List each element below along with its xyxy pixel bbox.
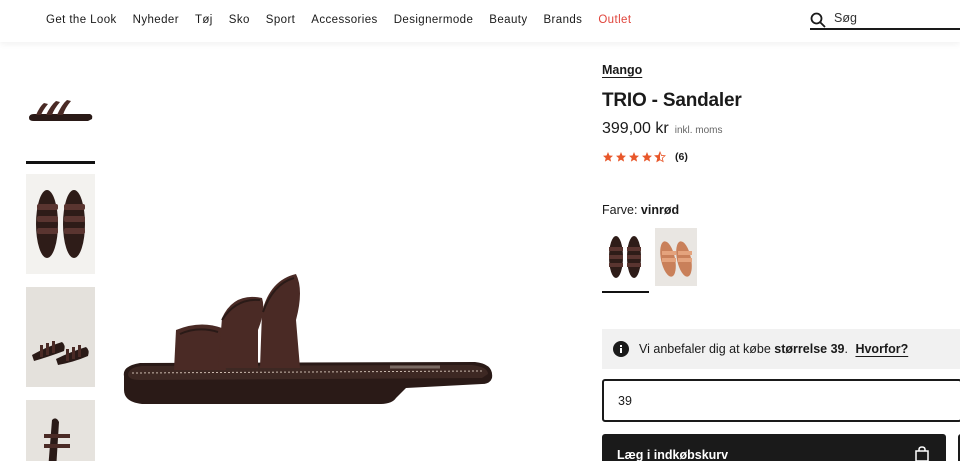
search-bar[interactable]: Søg — [810, 8, 960, 30]
swatch-sandal-dark-image — [609, 236, 641, 278]
sandal-detail-image — [26, 400, 95, 461]
thumbnail-worn-view[interactable] — [26, 287, 95, 387]
rating[interactable]: (6) — [602, 151, 688, 163]
nav-item-outlet[interactable]: Outlet — [598, 14, 631, 26]
product-main-image — [123, 274, 493, 404]
swatch-image — [604, 228, 646, 286]
star-full-icon — [642, 152, 652, 162]
star-full-icon — [629, 152, 639, 162]
size-select[interactable]: 39 — [602, 379, 960, 422]
color-label: Farve: vinrød — [602, 203, 679, 217]
star-full-icon — [616, 152, 626, 162]
nav-item-nyheder[interactable]: Nyheder — [133, 14, 179, 26]
info-icon — [613, 341, 629, 357]
color-label-prefix: Farve: — [602, 203, 638, 217]
nav-links: Get the Look Nyheder Tøj Sko Sport Acces… — [46, 14, 647, 26]
star-half-icon — [654, 151, 666, 163]
thumbnail-detail-view[interactable] — [26, 400, 95, 461]
search-input[interactable]: Søg — [834, 11, 857, 25]
color-value: vinrød — [640, 203, 680, 217]
nav-item-accessories[interactable]: Accessories — [311, 14, 377, 26]
thumbnail-side-view[interactable] — [26, 76, 95, 156]
brand-link[interactable]: Mango — [602, 63, 642, 77]
thumbnail-selected-indicator — [26, 161, 95, 164]
size-advice-text: Vi anbefaler dig at købe størrelse 39. H… — [639, 342, 908, 356]
product-title: TRIO - Sandaler — [602, 90, 742, 111]
size-advice-prefix: Vi anbefaler dig at købe — [639, 342, 771, 356]
swatch-image — [655, 228, 697, 286]
size-advice-notice: Vi anbefaler dig at købe størrelse 39. H… — [602, 329, 960, 369]
why-link[interactable]: Hvorfor? — [855, 342, 908, 356]
size-advice-suffix: . — [844, 342, 848, 356]
sandal-top-image — [36, 190, 85, 258]
vat-note: inkl. moms — [674, 125, 723, 136]
nav-item-sport[interactable]: Sport — [266, 14, 296, 26]
add-to-cart-label: Læg i indkøbskurv — [617, 448, 729, 461]
color-swatch-cognac[interactable] — [653, 226, 699, 288]
nav-item-beauty[interactable]: Beauty — [489, 14, 527, 26]
price-value: 399,00 kr — [602, 120, 669, 137]
top-navigation: Get the Look Nyheder Tøj Sko Sport Acces… — [0, 0, 960, 42]
color-swatch-vinrod[interactable] — [602, 226, 649, 293]
thumbnail-top-view[interactable] — [26, 174, 95, 274]
rating-count: (6) — [675, 151, 688, 163]
nav-item-toj[interactable]: Tøj — [195, 14, 213, 26]
swatch-sandal-tan-image — [660, 241, 692, 277]
nav-item-get-the-look[interactable]: Get the Look — [46, 14, 117, 26]
search-icon[interactable] — [810, 12, 826, 28]
nav-item-designermode[interactable]: Designermode — [394, 14, 474, 26]
nav-item-brands[interactable]: Brands — [543, 14, 582, 26]
size-advice-size: størrelse 39 — [774, 342, 845, 356]
sandal-worn-image — [26, 287, 95, 387]
shopping-bag-icon — [915, 446, 929, 461]
product-price: 399,00 kr inkl. moms — [602, 120, 723, 138]
sandal-side-image — [29, 100, 93, 121]
size-select-value: 39 — [618, 394, 632, 408]
add-to-cart-button[interactable]: Læg i indkøbskurv — [602, 434, 946, 461]
nav-item-sko[interactable]: Sko — [229, 14, 250, 26]
star-full-icon — [603, 152, 613, 162]
